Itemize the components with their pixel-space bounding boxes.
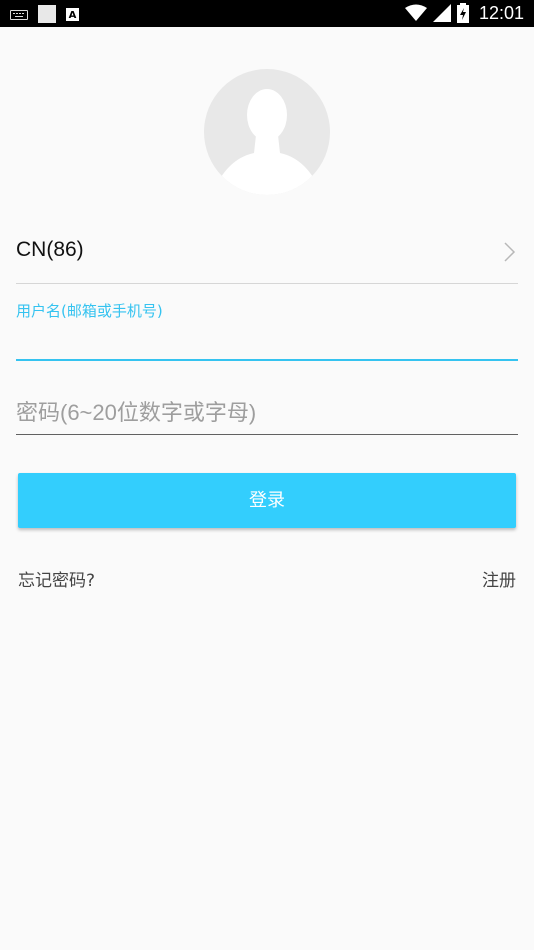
login-button[interactable]: 登录 [18,473,516,528]
password-input[interactable] [16,392,518,434]
a-icon: A [66,7,79,21]
password-field [16,392,518,436]
default-avatar-icon [212,89,322,195]
avatar[interactable] [204,69,330,195]
forgot-password-link[interactable]: 忘记密码? [18,566,95,591]
country-code-label: CN(86) [16,238,84,261]
chevron-right-icon [504,242,516,262]
wifi-icon [404,4,427,21]
keyboard-icon [10,10,28,20]
signal-icon [432,4,451,22]
password-underline [16,434,518,435]
status-clock: 12:01 [478,3,524,23]
country-selector[interactable]: CN(86) [16,232,518,284]
battery-icon [456,3,469,23]
username-label: 用户名(邮箱或手机号) [16,302,163,320]
square-icon [38,5,56,23]
username-field: 用户名(邮箱或手机号) [16,298,518,362]
username-input[interactable] [16,322,518,360]
username-underline [16,359,518,361]
status-left: A [10,5,79,23]
register-link[interactable]: 注册 [482,566,516,591]
status-bar: A 12:01 [0,0,534,27]
status-right: 12:01 [404,3,524,23]
